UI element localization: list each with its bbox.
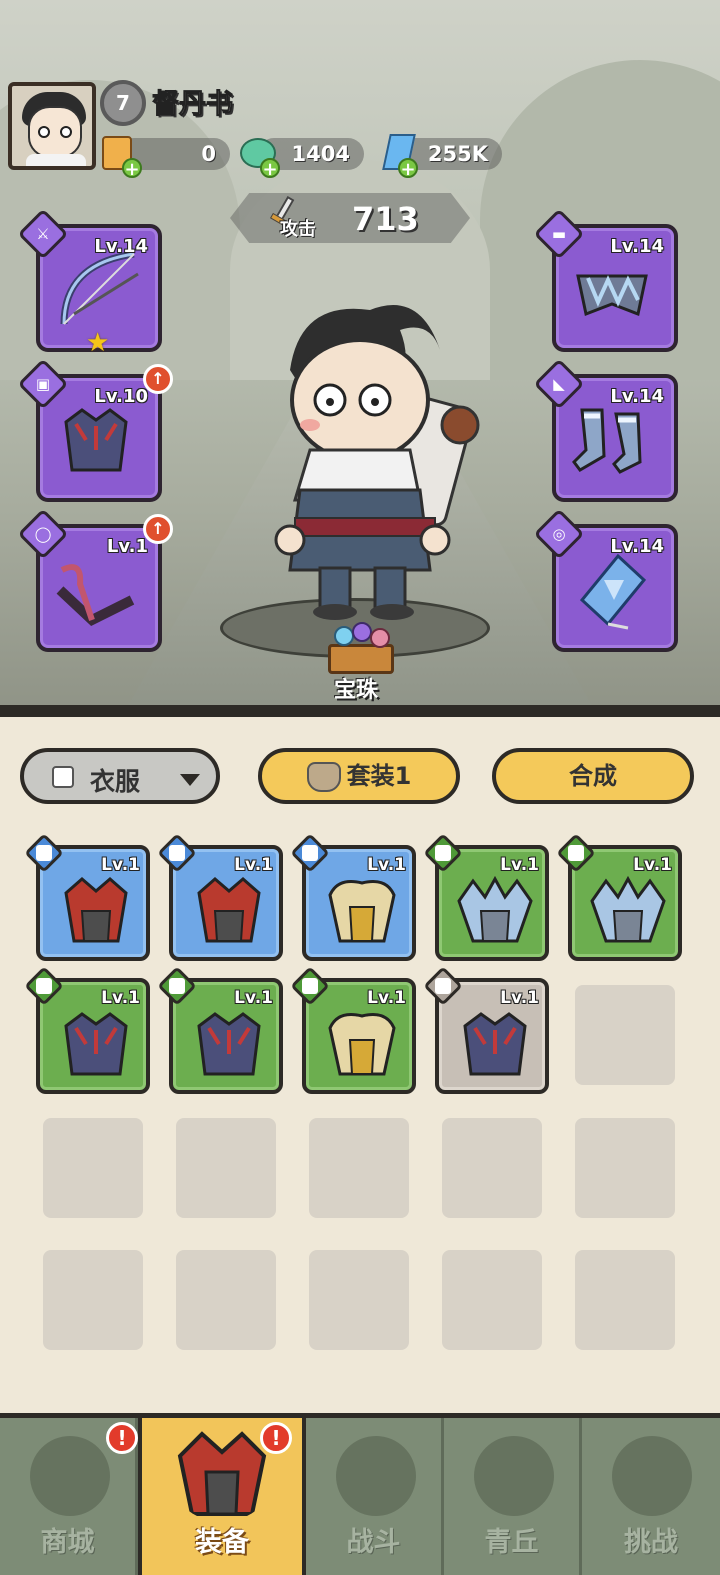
clothes-level: Lv.10 [94, 386, 148, 407]
equipment-alert-badge: ! [260, 1422, 292, 1454]
pants-level: Lv.14 [610, 236, 664, 257]
gem-chest-icon[interactable] [322, 622, 402, 674]
item-level: Lv.1 [500, 988, 539, 1008]
tab-battle[interactable]: 战斗 [306, 1418, 444, 1575]
inventory-item[interactable]: Lv.1 [423, 833, 549, 961]
armor-set-icon [306, 762, 341, 792]
tab-challenge[interactable]: 挑战 [582, 1418, 720, 1575]
star-icon: ★ [86, 328, 110, 358]
inventory-item[interactable]: Lv.1 [157, 966, 283, 1094]
empty-slot [442, 1250, 542, 1350]
add-voucher-button[interactable]: + [122, 158, 142, 179]
empty-slot [176, 1118, 276, 1218]
pants-icon [576, 274, 648, 317]
bow-icon [60, 250, 139, 325]
hero-character[interactable] [250, 290, 480, 630]
category-label: 衣服 [90, 767, 141, 796]
tab-challenge-label: 挑战 [624, 1527, 678, 1558]
gold-armor-icon [328, 1013, 396, 1076]
inventory-item[interactable]: Lv.1 [556, 833, 682, 961]
shop-icon [30, 1436, 110, 1516]
ice-armor-icon [590, 875, 666, 943]
boots-icon [572, 408, 642, 474]
item-level: Lv.1 [367, 988, 406, 1008]
item-level: Lv.1 [633, 855, 672, 875]
upgrade-available-icon: ↑ [143, 514, 173, 544]
challenge-orb-icon [612, 1436, 692, 1516]
player-level-badge: 7 [100, 80, 146, 126]
tab-equipment-label: 装备 [195, 1527, 249, 1558]
add-crystal-button[interactable]: + [398, 158, 418, 179]
empty-slot [575, 985, 675, 1085]
empty-slot [309, 1250, 409, 1350]
chevron-down-icon [180, 774, 200, 786]
inventory-item[interactable]: Lv.1 [290, 966, 416, 1094]
item-level: Lv.1 [101, 855, 140, 875]
belt-level: Lv.1 [106, 536, 148, 557]
ice-armor-icon [457, 875, 533, 943]
set-button[interactable]: 套装1 [258, 748, 460, 804]
item-level: Lv.1 [101, 988, 140, 1008]
mountain-icon [474, 1436, 554, 1516]
item-level: Lv.1 [367, 855, 406, 875]
empty-slot [43, 1250, 143, 1350]
item-level: Lv.1 [500, 855, 539, 875]
scene-divider [0, 705, 720, 717]
dark-armor-icon [197, 1012, 261, 1076]
inventory-item[interactable]: Lv.1 [157, 833, 283, 961]
inventory-item[interactable]: Lv.1 [24, 966, 150, 1094]
accessory-level: Lv.14 [610, 536, 664, 557]
inventory-item[interactable]: Lv.1 [423, 966, 549, 1094]
red-armor-icon [197, 877, 261, 943]
gem-label[interactable]: 宝珠 [334, 672, 378, 704]
item-level: Lv.1 [234, 988, 273, 1008]
red-armor-icon [64, 877, 128, 943]
amulet-icon [579, 553, 647, 630]
merge-button[interactable]: 合成 [492, 748, 694, 804]
empty-slot [309, 1118, 409, 1218]
empty-slot [43, 1118, 143, 1218]
empty-slot [575, 1250, 675, 1350]
inventory-item[interactable]: Lv.1 [24, 833, 150, 961]
attack-value: 713 [352, 200, 419, 238]
attack-panel [230, 193, 470, 243]
shop-alert-badge: ! [106, 1422, 138, 1454]
merge-label: 合成 [569, 762, 617, 790]
belt-icon [56, 564, 135, 627]
gold-armor-icon [328, 880, 396, 943]
weapon-level: Lv.14 [94, 236, 148, 257]
empty-slot [176, 1250, 276, 1350]
set-label: 套装1 [346, 762, 412, 790]
dark-armor-icon [64, 1012, 128, 1076]
upgrade-available-icon: ↑ [143, 364, 173, 394]
tab-battle-label: 战斗 [346, 1527, 401, 1558]
tab-qingqiu[interactable]: 青丘 [444, 1418, 582, 1575]
tab-shop-label: 商城 [40, 1527, 95, 1558]
equipment-icon [177, 1431, 267, 1516]
add-jade-button[interactable]: + [260, 158, 280, 179]
empty-slot [575, 1118, 675, 1218]
player-name: 督丹书 [152, 89, 234, 121]
bottom-nav: 商城 ! 装备 ! 战斗 青丘 挑战 [0, 1413, 720, 1575]
empty-slot [442, 1118, 542, 1218]
player-avatar[interactable] [8, 82, 96, 170]
tab-qingqiu-label: 青丘 [484, 1527, 539, 1558]
boots-level: Lv.14 [610, 386, 664, 407]
clothes-icon [52, 766, 74, 788]
inventory-item[interactable]: Lv.1 [290, 833, 416, 961]
armor-icon [64, 408, 128, 472]
attack-label: 攻击 [280, 219, 316, 240]
item-level: Lv.1 [234, 855, 273, 875]
category-dropdown[interactable]: 衣服 [20, 748, 220, 804]
dark-armor-icon [463, 1012, 527, 1076]
crossed-swords-icon [336, 1436, 416, 1516]
